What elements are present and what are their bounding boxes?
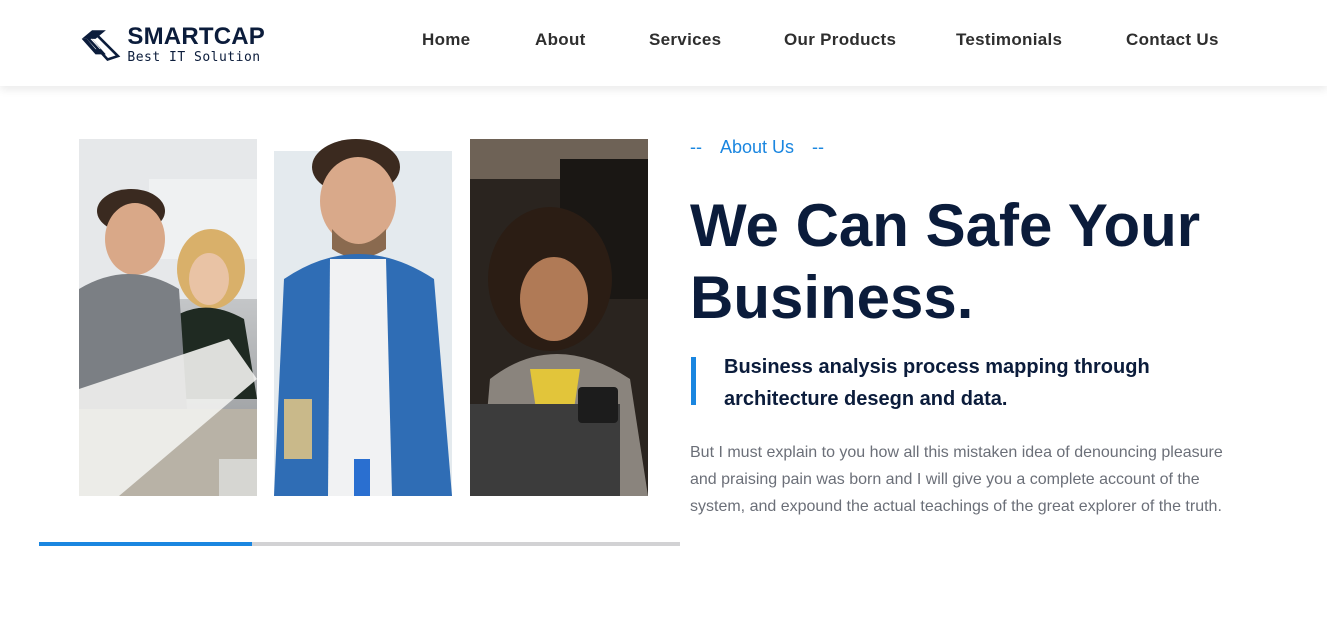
gallery-slider-progress <box>39 542 253 546</box>
nav-testimonials[interactable]: Testimonials <box>956 30 1062 50</box>
about-body: But I must explain to you how all this m… <box>690 444 1223 515</box>
eyebrow-label: About Us <box>720 137 795 157</box>
woman-with-phone-laptop-photo <box>470 139 648 496</box>
team-meeting-photo <box>79 139 257 496</box>
nav-about[interactable]: About <box>535 30 586 50</box>
site-header: SMARTCAP Best IT Solution Home About Ser… <box>0 0 1327 86</box>
about-headline: We Can Safe Your Business. <box>690 190 1290 334</box>
nav-services[interactable]: Services <box>649 30 721 50</box>
team-meeting-illustration <box>79 139 257 496</box>
headline-line-2: Business. <box>690 264 974 331</box>
lead-accent-bar <box>691 357 696 405</box>
woman-laptop-illustration <box>470 139 648 496</box>
gallery-slider-track[interactable] <box>39 542 680 546</box>
smiling-man-denim-shirt-photo <box>274 139 452 496</box>
about-eyebrow: -- About Us -- <box>690 137 824 158</box>
nav-contact-us[interactable]: Contact Us <box>1126 30 1219 50</box>
nav-our-products[interactable]: Our Products <box>784 30 896 50</box>
about-lead: Business analysis process mapping throug… <box>724 356 1150 410</box>
headline-line-1: We Can Safe Your <box>690 192 1201 259</box>
man-denim-illustration <box>274 139 452 496</box>
eyebrow-dash-left: -- <box>690 137 702 157</box>
nav-home[interactable]: Home <box>422 30 470 50</box>
main-nav: Home About Services Our Products Testimo… <box>0 30 1327 54</box>
eyebrow-dash-right: -- <box>812 137 825 157</box>
